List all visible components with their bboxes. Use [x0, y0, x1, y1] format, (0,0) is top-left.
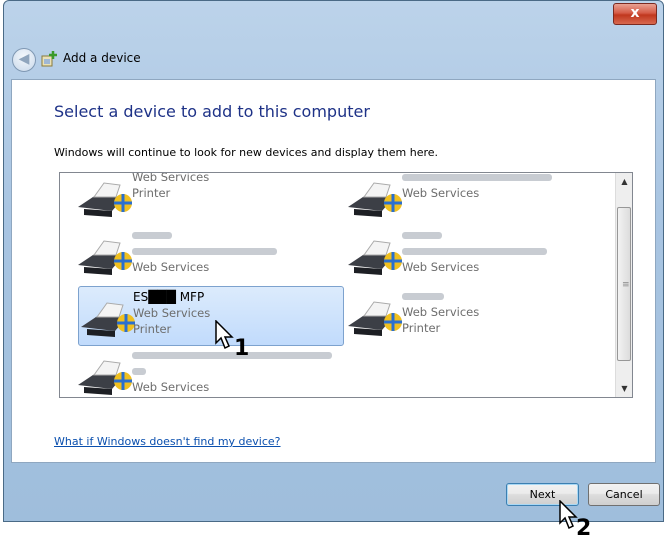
add-device-window: x ◀ Add a device Select a device to add … — [3, 0, 664, 522]
title-bar: x ◀ Add a device — [4, 1, 663, 79]
close-button[interactable]: x — [613, 3, 657, 25]
page-title: Select a device to add to this computer — [54, 102, 370, 121]
printer-icon — [81, 302, 135, 337]
redacted-name — [402, 232, 442, 239]
device-item[interactable]: Web Services — [68, 345, 332, 397]
device-list[interactable]: Web Services Printer Web Services Web Se… — [59, 172, 633, 398]
content-panel: Select a device to add to this computer … — [11, 79, 656, 463]
device-item[interactable]: Web Services Printer — [338, 286, 608, 344]
device-category: Printer — [402, 321, 441, 335]
help-link[interactable]: What if Windows doesn't find my device? — [54, 435, 281, 448]
device-type: Web Services — [132, 380, 210, 394]
callout-number: 2 — [576, 516, 592, 541]
device-item[interactable]: Web Services — [68, 225, 328, 283]
device-name: ES███ MFP — [133, 290, 205, 304]
cancel-button[interactable]: Cancel — [588, 483, 660, 506]
printer-icon — [348, 182, 402, 217]
printer-icon — [348, 240, 402, 275]
device-type: Web Services — [402, 305, 480, 319]
redacted-name — [402, 293, 444, 300]
instruction-text: Windows will continue to look for new de… — [54, 146, 439, 159]
device-category: Printer — [133, 322, 172, 336]
device-category: Printer — [132, 186, 171, 200]
printer-icon — [348, 301, 402, 336]
scroll-up-arrow-icon[interactable]: ▲ — [617, 173, 632, 190]
device-type: Web Services — [402, 260, 480, 274]
device-item[interactable]: Web Services — [338, 225, 608, 283]
grip-icon: ≡ — [622, 280, 630, 290]
redacted-name — [132, 232, 172, 239]
device-item[interactable]: Web Services Printer — [68, 172, 328, 225]
callout-number: 1 — [234, 336, 250, 361]
redacted-id — [132, 248, 277, 255]
device-type: Web Services — [133, 306, 211, 320]
device-type: Web Services — [132, 172, 210, 184]
device-item-selected[interactable]: ES███ MFP Web Services Printer — [78, 286, 344, 346]
scroll-thumb[interactable]: ≡ — [617, 207, 631, 361]
device-item[interactable]: Web Services — [338, 173, 608, 225]
list-scrollbar[interactable]: ▲ ≡ ▼ — [615, 173, 632, 397]
device-type: Web Services — [132, 260, 210, 274]
mouse-cursor-icon — [215, 320, 234, 350]
window-title: Add a device — [63, 51, 141, 65]
redacted-name — [402, 174, 552, 181]
add-device-icon — [41, 51, 57, 67]
device-type: Web Services — [402, 186, 480, 200]
back-button[interactable]: ◀ — [12, 48, 36, 72]
printer-icon — [78, 182, 132, 217]
printer-icon — [78, 360, 132, 395]
scroll-down-arrow-icon[interactable]: ▼ — [617, 380, 632, 397]
redacted-name — [132, 352, 332, 359]
printer-icon — [78, 240, 132, 275]
redacted-id — [132, 368, 146, 375]
redacted-id — [402, 248, 547, 255]
